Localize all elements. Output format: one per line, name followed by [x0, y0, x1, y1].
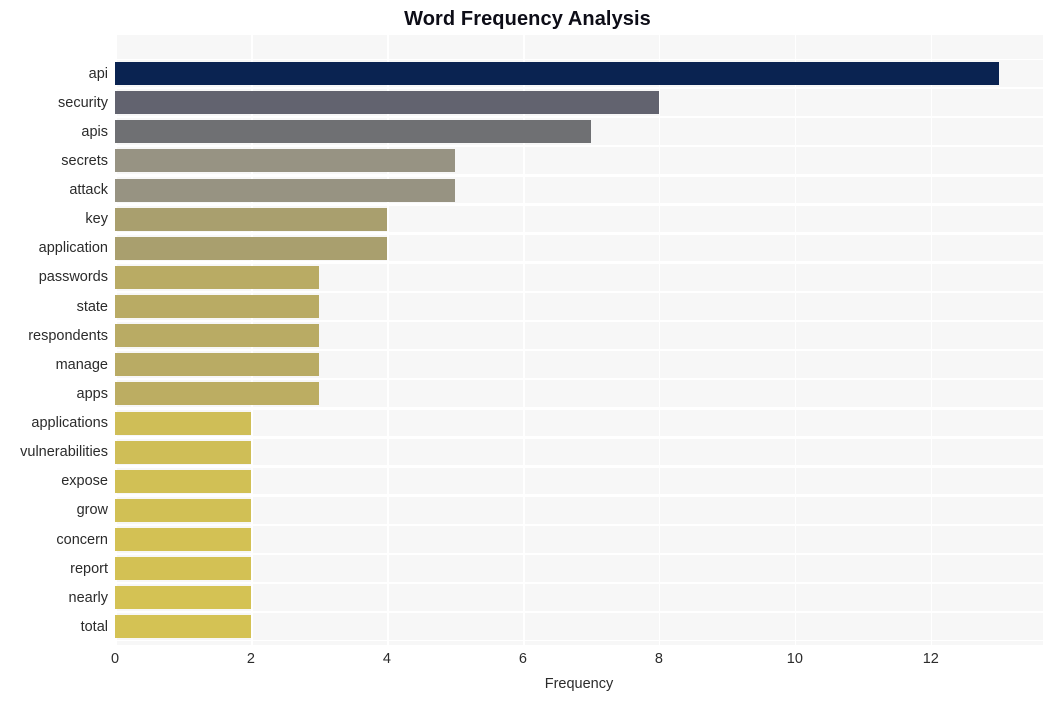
bar-expose	[115, 469, 251, 493]
y-tick-label-key: key	[85, 211, 108, 228]
x-tick-label-4: 4	[382, 651, 391, 667]
x-tick-label-10: 10	[786, 651, 803, 667]
bars-layer	[115, 35, 1043, 645]
y-tick-label-report: report	[70, 560, 108, 577]
y-tick-label-applications: applications	[31, 415, 108, 432]
y-tick-label-vulnerabilities: vulnerabilities	[20, 444, 108, 461]
bar-application	[115, 236, 387, 260]
x-tick-label-8: 8	[654, 651, 663, 667]
y-tick-label-grow: grow	[76, 502, 108, 519]
bar-passwords	[115, 265, 319, 289]
y-tick-label-state: state	[76, 298, 108, 315]
bar-grow	[115, 498, 251, 522]
bar-attack	[115, 178, 455, 202]
y-tick-label-apis: apis	[81, 123, 108, 140]
y-tick-label-api: api	[88, 65, 108, 82]
y-tick-label-secrets: secrets	[61, 152, 108, 169]
chart-title: Word Frequency Analysis	[404, 8, 651, 30]
bar-apis	[115, 120, 591, 144]
plot-area	[115, 35, 1043, 645]
bar-manage	[115, 353, 319, 377]
x-tick-label-6: 6	[518, 651, 527, 667]
y-tick-label-respondents: respondents	[28, 327, 108, 344]
bar-concern	[115, 528, 251, 552]
y-tick-label-expose: expose	[61, 473, 108, 490]
y-tick-label-security: security	[58, 94, 108, 111]
bar-respondents	[115, 324, 319, 348]
bar-apps	[115, 382, 319, 406]
y-tick-label-total: total	[80, 618, 108, 635]
bar-secrets	[115, 149, 455, 173]
bar-applications	[115, 411, 251, 435]
y-tick-label-application: application	[38, 240, 108, 257]
y-tick-label-passwords: passwords	[38, 269, 108, 286]
bar-nearly	[115, 586, 251, 610]
y-tick-label-attack: attack	[69, 182, 108, 199]
bar-security	[115, 91, 659, 115]
y-tick-label-apps: apps	[76, 385, 108, 402]
bar-report	[115, 557, 251, 581]
bar-key	[115, 207, 387, 231]
bar-vulnerabilities	[115, 440, 251, 464]
y-tick-label-manage: manage	[55, 356, 108, 373]
x-axis-title: Frequency	[544, 676, 614, 692]
x-tick-label-12: 12	[922, 651, 939, 667]
bar-total	[115, 615, 251, 639]
word-frequency-chart: Word Frequency Analysis api security apis s…	[0, 0, 1055, 701]
x-axis-tick-labels: 0 2 4 6 8 10 12	[0, 650, 1055, 674]
bar-api	[115, 62, 999, 85]
x-tick-label-2: 2	[246, 651, 256, 667]
y-axis-tick-labels: api security apis secrets attack key applicati…	[0, 35, 108, 645]
x-tick-label-0: 0	[110, 651, 120, 667]
y-tick-label-concern: concern	[56, 531, 108, 548]
y-tick-label-nearly: nearly	[68, 589, 109, 606]
bar-state	[115, 295, 319, 319]
